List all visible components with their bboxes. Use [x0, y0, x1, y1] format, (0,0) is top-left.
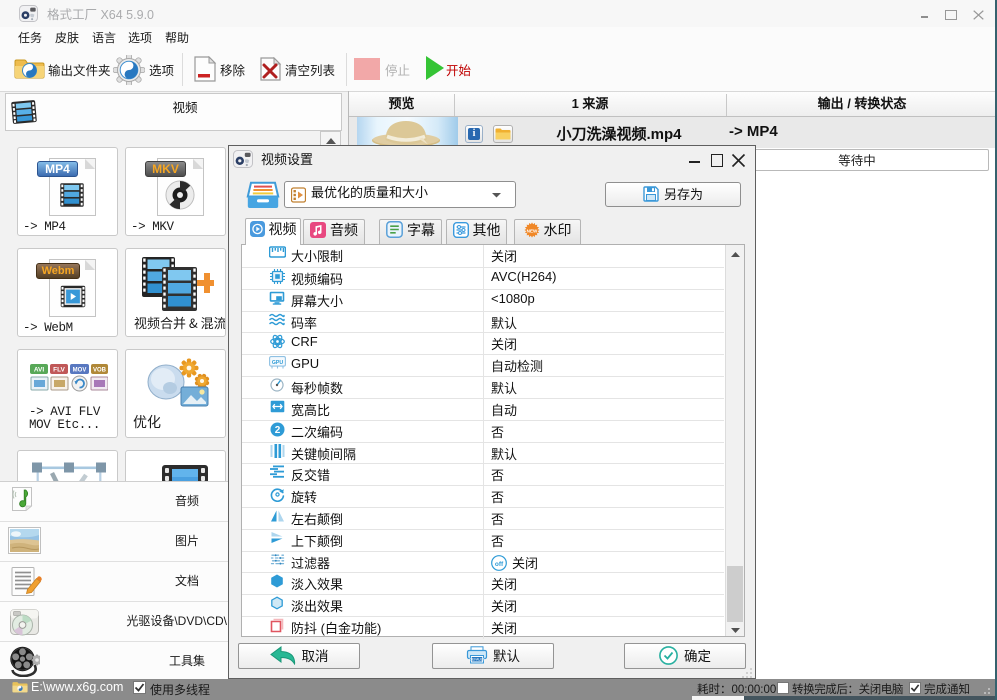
svg-text:GPU: GPU	[271, 360, 282, 366]
svg-text:AVI: AVI	[34, 367, 45, 374]
svg-text:VOB: VOB	[93, 368, 107, 374]
svg-text:DEFAULT: DEFAULT	[469, 658, 484, 662]
svg-text:NEW: NEW	[526, 228, 537, 233]
svg-text:2: 2	[274, 425, 280, 436]
svg-text:FLV: FLV	[53, 367, 65, 374]
svg-text:off: off	[495, 560, 504, 567]
svg-text:MOV: MOV	[73, 368, 87, 374]
